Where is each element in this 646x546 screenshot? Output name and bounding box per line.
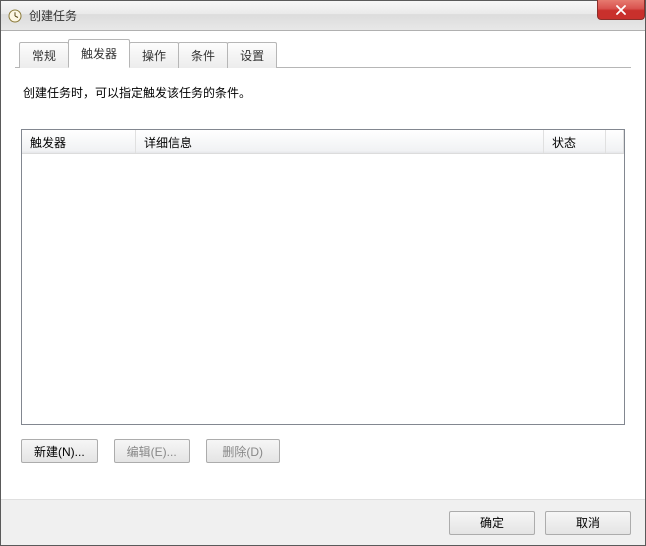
tab-conditions[interactable]: 条件: [178, 42, 228, 68]
panel-description: 创建任务时，可以指定触发该任务的条件。: [23, 84, 625, 101]
column-header-detail[interactable]: 详细信息: [136, 130, 544, 153]
list-header: 触发器 详细信息 状态: [22, 130, 624, 154]
list-body[interactable]: [22, 154, 624, 424]
dialog-window: 创建任务 常规 触发器 操作 条件 设置 创建任务时，可以指定触发该任务的条件。…: [0, 0, 646, 546]
clock-icon: [7, 8, 23, 24]
column-header-pad: [606, 130, 624, 153]
tab-actions[interactable]: 操作: [129, 42, 179, 68]
column-header-status[interactable]: 状态: [544, 130, 606, 153]
tab-triggers[interactable]: 触发器: [68, 39, 130, 68]
tab-settings[interactable]: 设置: [227, 42, 277, 68]
list-action-row: 新建(N)... 编辑(E)... 删除(D): [21, 439, 625, 463]
tab-panel-triggers: 创建任务时，可以指定触发该任务的条件。 触发器 详细信息 状态 新建(N)...…: [15, 68, 631, 485]
delete-button[interactable]: 删除(D): [206, 439, 280, 463]
title-bar: 创建任务: [1, 1, 645, 31]
close-button[interactable]: [597, 0, 645, 20]
dialog-footer: 确定 取消: [1, 499, 645, 545]
column-header-trigger[interactable]: 触发器: [22, 130, 136, 153]
tab-general[interactable]: 常规: [19, 42, 69, 68]
window-title: 创建任务: [29, 7, 77, 24]
close-icon: [615, 5, 627, 15]
trigger-list[interactable]: 触发器 详细信息 状态: [21, 129, 625, 425]
edit-button[interactable]: 编辑(E)...: [114, 439, 190, 463]
cancel-button[interactable]: 取消: [545, 511, 631, 535]
content-area: 常规 触发器 操作 条件 设置 创建任务时，可以指定触发该任务的条件。 触发器 …: [1, 31, 645, 499]
new-button[interactable]: 新建(N)...: [21, 439, 98, 463]
tab-strip: 常规 触发器 操作 条件 设置: [15, 43, 631, 68]
ok-button[interactable]: 确定: [449, 511, 535, 535]
